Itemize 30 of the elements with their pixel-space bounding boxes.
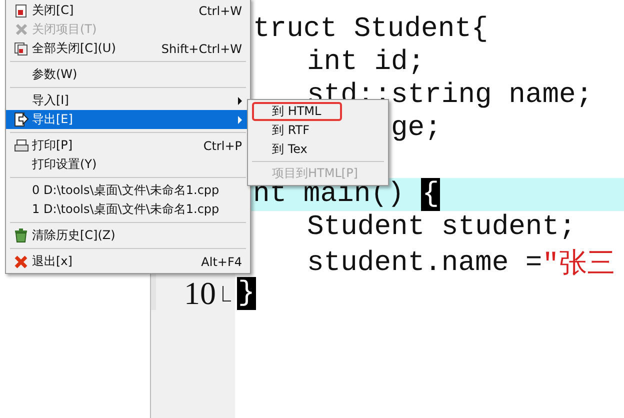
menu-item[interactable]: 1 D:\tools\桌面\文件\未命名1.cpp	[6, 200, 250, 219]
code-text: truct Student{	[253, 14, 488, 45]
matched-bracket: }	[237, 277, 256, 310]
export-arrow-icon	[14, 112, 28, 127]
menu-item[interactable]: 导出[E]	[6, 110, 250, 129]
documents-icon	[14, 42, 28, 56]
menu-item[interactable]: 退出[x] Alt+F4	[6, 252, 250, 271]
menu-item[interactable]: 关闭[C] Ctrl+W	[6, 1, 250, 20]
trash-icon	[14, 228, 28, 243]
code-text: Student student;	[307, 212, 576, 243]
x-icon	[14, 254, 28, 268]
code-text: int id;	[307, 47, 425, 78]
menu-item[interactable]: 到 Tex	[252, 140, 342, 159]
string-literal: "张三	[542, 248, 616, 282]
menu-item[interactable]: 参数(W)	[6, 65, 250, 84]
code-text: student.name =	[307, 248, 542, 278]
matched-bracket: {	[421, 178, 440, 211]
menu-item[interactable]: 0 D:\tools\桌面\文件\未命名1.cpp	[6, 181, 250, 200]
printer-icon	[14, 138, 28, 152]
menu-item[interactable]: 导入[I]	[6, 91, 250, 110]
menu-item[interactable]: 到 HTML	[252, 102, 342, 121]
menu-item[interactable]: 到 RTF	[252, 121, 342, 140]
document-icon	[14, 4, 28, 18]
menu-item[interactable]: 全部关闭[C](U) Shift+Ctrl+W	[6, 39, 250, 58]
code-text: ge;	[391, 113, 442, 144]
menu-item[interactable]: 打印[P] Ctrl+P	[6, 136, 250, 155]
line-number: 10	[184, 277, 216, 310]
x-icon	[14, 23, 28, 36]
menu-item[interactable]: 打印设置(Y)	[6, 155, 250, 174]
menu-item[interactable]: 清除历史[C](Z)	[6, 226, 250, 245]
